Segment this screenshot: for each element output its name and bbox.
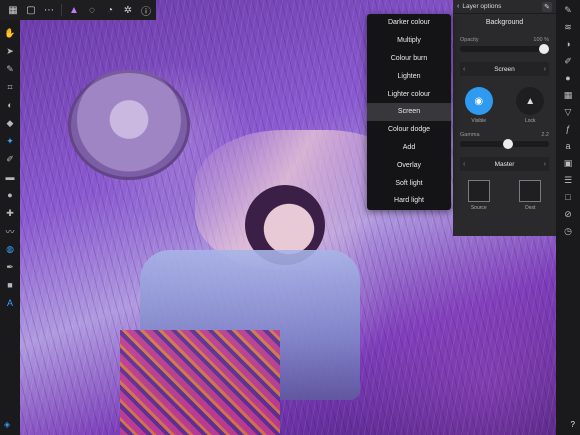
layers-icon[interactable]: ≋ <box>561 21 575 33</box>
layers-pin-icon[interactable]: ✎ <box>561 4 575 16</box>
more-icon[interactable]: ⋯ <box>40 1 58 19</box>
visible-toggle[interactable]: ◉ Visible <box>464 87 493 124</box>
back-chevron-icon[interactable]: ‹ <box>457 3 459 10</box>
layer-options-panel: ‹ Layer options ✎ Background Opacity 100… <box>453 0 556 236</box>
channel-selector[interactable]: ‹ Master › <box>460 157 549 171</box>
blend-mode-menu: Darker colour Multiply Colour burn Light… <box>367 14 451 210</box>
flood-fill-icon[interactable]: ◆ <box>2 116 18 130</box>
fx-icon[interactable]: ƒ <box>561 123 575 135</box>
visible-label: Visible <box>471 118 487 124</box>
smudge-icon[interactable]: 〰 <box>2 224 18 238</box>
blend-item-colour-burn[interactable]: Colour burn <box>367 50 451 68</box>
navigator-icon[interactable]: ▦ <box>561 89 575 101</box>
sliders-icon[interactable]: ☰ <box>561 174 575 186</box>
blend-item-lighter-colour[interactable]: Lighter colour <box>367 85 451 103</box>
panel-title: Layer options <box>462 3 502 10</box>
history-icon[interactable]: ◔ <box>101 1 119 19</box>
toolbar-divider <box>61 4 62 16</box>
straw-hat <box>68 70 190 180</box>
blend-item-overlay[interactable]: Overlay <box>367 156 451 174</box>
lock-label: Lock <box>524 118 536 124</box>
opacity-slider[interactable] <box>460 44 549 54</box>
dest-well[interactable]: Dest <box>519 180 542 211</box>
selection-brush-icon[interactable]: ◐ <box>2 98 18 112</box>
color-icon[interactable]: ● <box>561 72 575 84</box>
opacity-label: Opacity <box>460 37 479 43</box>
opacity-value: 100 % <box>533 37 549 43</box>
right-studio-rail: ✎ ≋ ◑ ✐ ● ▦ ▽ ƒ a ▣ ☰ □ ⊘ ◷ <box>556 0 580 435</box>
blend-item-screen[interactable]: Screen <box>367 102 451 121</box>
channel-value: Master <box>494 160 515 168</box>
source-label: Source <box>470 205 487 211</box>
channels-icon[interactable]: ▽ <box>561 106 575 118</box>
character-icon[interactable]: a <box>561 140 575 152</box>
chevron-right-icon[interactable]: › <box>544 161 546 168</box>
text-tool-icon[interactable]: A <box>2 296 18 310</box>
blend-item-colour-dodge[interactable]: Colour dodge <box>367 121 451 139</box>
layer-name: Background <box>485 19 524 26</box>
gamma-slider[interactable] <box>460 139 549 149</box>
gallery-icon[interactable]: ▦ <box>4 1 22 19</box>
left-toolbar: ✋ ➤ ✎ ⌗ ◐ ◆ ✦ ✐ ▬ ● ✚ 〰 ◍ ✒ ■ A <box>0 20 20 435</box>
dodge-icon[interactable]: ● <box>2 188 18 202</box>
gamma-slider-knob[interactable] <box>503 139 514 149</box>
opacity-slider-knob[interactable] <box>539 44 549 54</box>
gamma-row: Gamma 2.2 <box>453 132 556 138</box>
magic-wand-icon[interactable]: ✦ <box>2 134 18 148</box>
history-rail-icon[interactable]: ⊘ <box>561 208 575 220</box>
eye-icon[interactable]: ◉ <box>464 87 493 115</box>
settings-icon[interactable]: ✲ <box>119 1 137 19</box>
crop-tool-icon[interactable]: ⌗ <box>2 80 18 94</box>
blend-item-hard-light[interactable]: Hard light <box>367 192 451 210</box>
blur-icon[interactable]: ◍ <box>2 242 18 256</box>
top-toolbar: ▦ ▢ ⋯ ▲ ◌ ◔ ✲ ⓘ <box>0 0 156 20</box>
blend-item-darker-colour[interactable]: Darker colour <box>367 14 451 32</box>
source-swatch[interactable] <box>467 180 490 202</box>
blend-item-multiply[interactable]: Multiply <box>367 32 451 50</box>
opacity-row: Opacity 100 % <box>453 37 556 43</box>
blend-mode-value: Screen <box>494 65 515 73</box>
paint-brush-icon[interactable]: ✐ <box>2 152 18 166</box>
shape-tool-icon[interactable]: ■ <box>2 278 18 292</box>
color-picker-icon[interactable]: ✎ <box>2 62 18 76</box>
move-tool-icon[interactable]: ➤ <box>2 44 18 58</box>
pen-tool-icon[interactable]: ✒ <box>2 260 18 274</box>
persona-icon[interactable]: ▲ <box>65 1 83 19</box>
blend-mode-selector[interactable]: ‹ Screen › <box>460 62 549 76</box>
gamma-label: Gamma <box>460 132 480 138</box>
lock-icon[interactable]: ▲ <box>516 87 545 115</box>
save-icon[interactable]: ▢ <box>22 1 40 19</box>
adjustments-icon[interactable]: ◑ <box>561 38 575 50</box>
snapshot-icon[interactable]: ▣ <box>561 157 575 169</box>
hand-tool-icon[interactable]: ✋ <box>2 26 18 40</box>
visibility-lock-row: ◉ Visible ▲ Lock <box>453 87 556 124</box>
panel-header: ‹ Layer options ✎ <box>453 0 556 14</box>
transform-icon[interactable]: □ <box>561 191 575 203</box>
source-well[interactable]: Source <box>467 180 490 211</box>
blend-ranges-wells: Source Dest <box>453 180 556 211</box>
blend-item-lighten[interactable]: Lighten <box>367 67 451 85</box>
chevron-left-icon[interactable]: ‹ <box>463 66 465 73</box>
gamma-value: 2.2 <box>541 132 549 138</box>
dest-swatch[interactable] <box>519 180 542 202</box>
eraser-icon[interactable]: ▬ <box>2 170 18 184</box>
chevron-right-icon[interactable]: › <box>544 66 546 73</box>
chevron-left-icon[interactable]: ‹ <box>463 161 465 168</box>
clock-icon[interactable]: ◷ <box>561 225 575 237</box>
info-icon[interactable]: ⓘ <box>137 1 155 19</box>
clone-icon[interactable]: ✚ <box>2 206 18 220</box>
help-button[interactable]: ? <box>571 420 575 429</box>
pin-icon[interactable]: ✎ <box>542 1 552 12</box>
lock-toggle[interactable]: ▲ Lock <box>516 87 545 124</box>
comment-icon[interactable]: ◌ <box>83 1 101 19</box>
persona-switch-icon[interactable]: ◈ <box>4 420 10 429</box>
blend-item-soft-light[interactable]: Soft light <box>367 174 451 192</box>
floral-dress <box>120 330 280 435</box>
brushes-icon[interactable]: ✐ <box>561 55 575 67</box>
blend-item-add[interactable]: Add <box>367 139 451 157</box>
dest-label: Dest <box>525 205 536 211</box>
